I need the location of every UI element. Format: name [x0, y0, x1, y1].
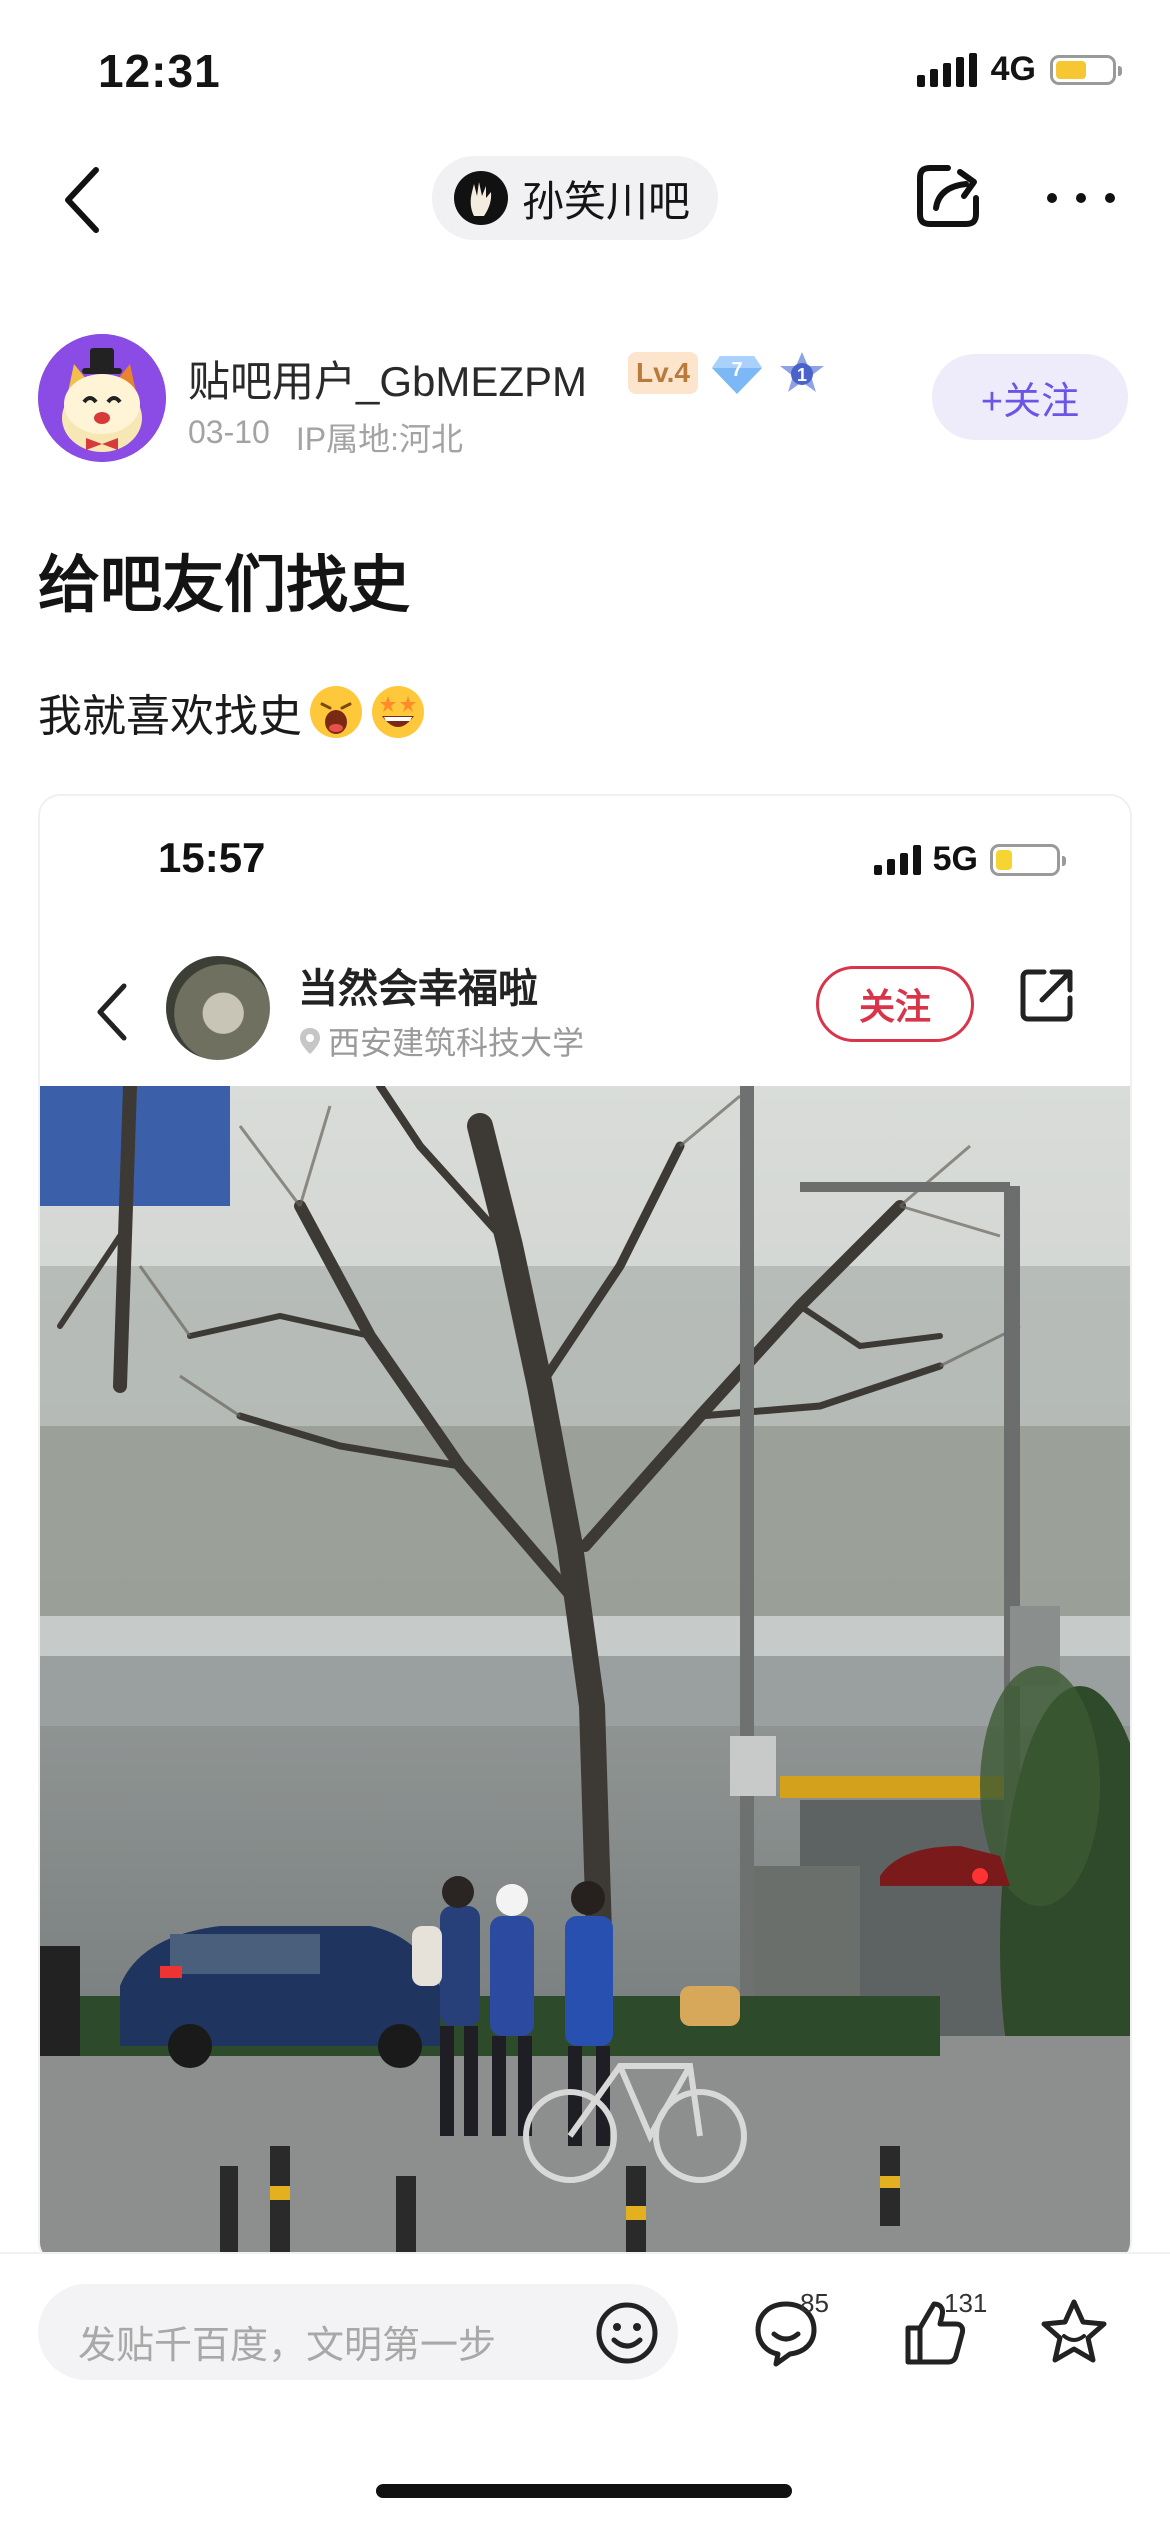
forum-name-pill[interactable]: 孙笑川吧 [432, 156, 719, 240]
embedded-back-icon [97, 983, 127, 1041]
embedded-screenshot-card[interactable]: 15:57 5G 当然会幸福啦 西安建筑科技大学 关注 [38, 794, 1132, 2264]
medal-icon: 1 [780, 352, 824, 392]
embedded-user-avatar [166, 956, 270, 1060]
embedded-location-text: 西安建筑科技大学 [328, 1025, 585, 1061]
embedded-user-name: 当然会幸福啦 [298, 967, 538, 1011]
forum-logo-icon [454, 171, 508, 225]
embedded-network-type: 5G [932, 840, 978, 878]
share-icon[interactable] [908, 156, 988, 236]
signal-icon [916, 52, 977, 87]
location-pin-icon [300, 1028, 320, 1054]
emoji-icon[interactable] [592, 2298, 662, 2368]
comment-count: 85 [800, 2288, 829, 2318]
post-date: 03-10 [188, 414, 270, 450]
status-indicators: 4G [916, 50, 1122, 89]
medal-level-number: 1 [797, 365, 807, 385]
post-title: 给吧友们找史 [38, 551, 411, 620]
embedded-follow-button: 关注 [816, 966, 974, 1042]
embedded-location: 西安建筑科技大学 [298, 1018, 584, 1064]
like-count: 131 [944, 2288, 988, 2318]
shocked-face-emoji [310, 686, 362, 738]
chevron-left-icon[interactable] [56, 160, 116, 240]
embedded-status-time: 15:57 [158, 834, 266, 881]
post-meta: 03-10 IP属地:河北 [188, 414, 463, 460]
embedded-status-indicators: 5G [873, 840, 1066, 879]
street-scene-photo [40, 1086, 1130, 2262]
level-badge: Lv.4 [628, 352, 698, 394]
battery-icon [1050, 54, 1122, 85]
favorite-star-icon[interactable] [1038, 2296, 1110, 2368]
author-name[interactable]: 贴吧用户_GbMEZPM [188, 348, 587, 409]
embedded-share-icon [1020, 969, 1073, 1022]
diamond-level-number: 7 [731, 359, 742, 381]
forum-name: 孙笑川吧 [522, 177, 691, 225]
home-indicator[interactable] [376, 2484, 792, 2498]
follow-button[interactable]: +关注 [932, 354, 1128, 440]
post-body: 我就喜欢找史 [38, 680, 426, 744]
author-avatar[interactable] [38, 334, 166, 462]
embedded-signal-icon [873, 844, 921, 875]
embedded-battery-icon [990, 843, 1066, 876]
diamond-level-icon: 7 [712, 356, 762, 394]
more-dots-icon[interactable] [1044, 188, 1118, 208]
ip-location: IP属地:河北 [295, 421, 463, 457]
reply-input-placeholder: 发贴千百度，文明第一步 [78, 2325, 497, 2367]
grinning-star-eyes-emoji [372, 686, 424, 738]
network-type: 4G [990, 50, 1036, 88]
status-time: 12:31 [98, 45, 221, 97]
post-body-text: 我就喜欢找史 [38, 692, 302, 741]
